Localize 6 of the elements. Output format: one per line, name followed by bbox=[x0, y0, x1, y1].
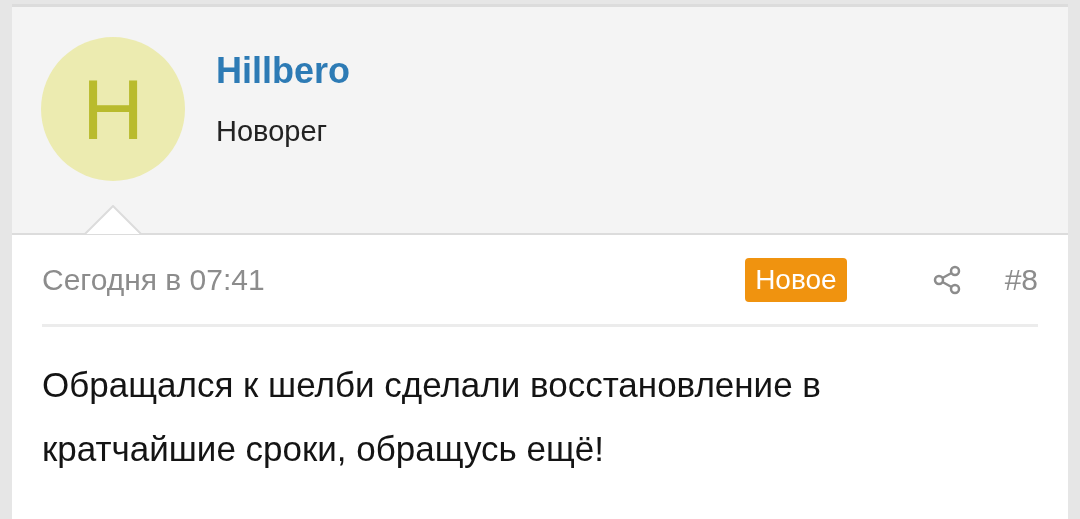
post-message: Обращался к шелби сделали восстановление в кратчайшие сроки, обращусь ещё! bbox=[42, 364, 822, 470]
post-date[interactable]: Сегодня в 07:41 bbox=[42, 257, 746, 302]
user-title: Новорег bbox=[216, 114, 329, 149]
post-number-link[interactable]: #8 bbox=[1004, 257, 1038, 302]
new-label: Новое bbox=[745, 257, 847, 302]
username-link[interactable]: Hillbero bbox=[216, 49, 350, 93]
